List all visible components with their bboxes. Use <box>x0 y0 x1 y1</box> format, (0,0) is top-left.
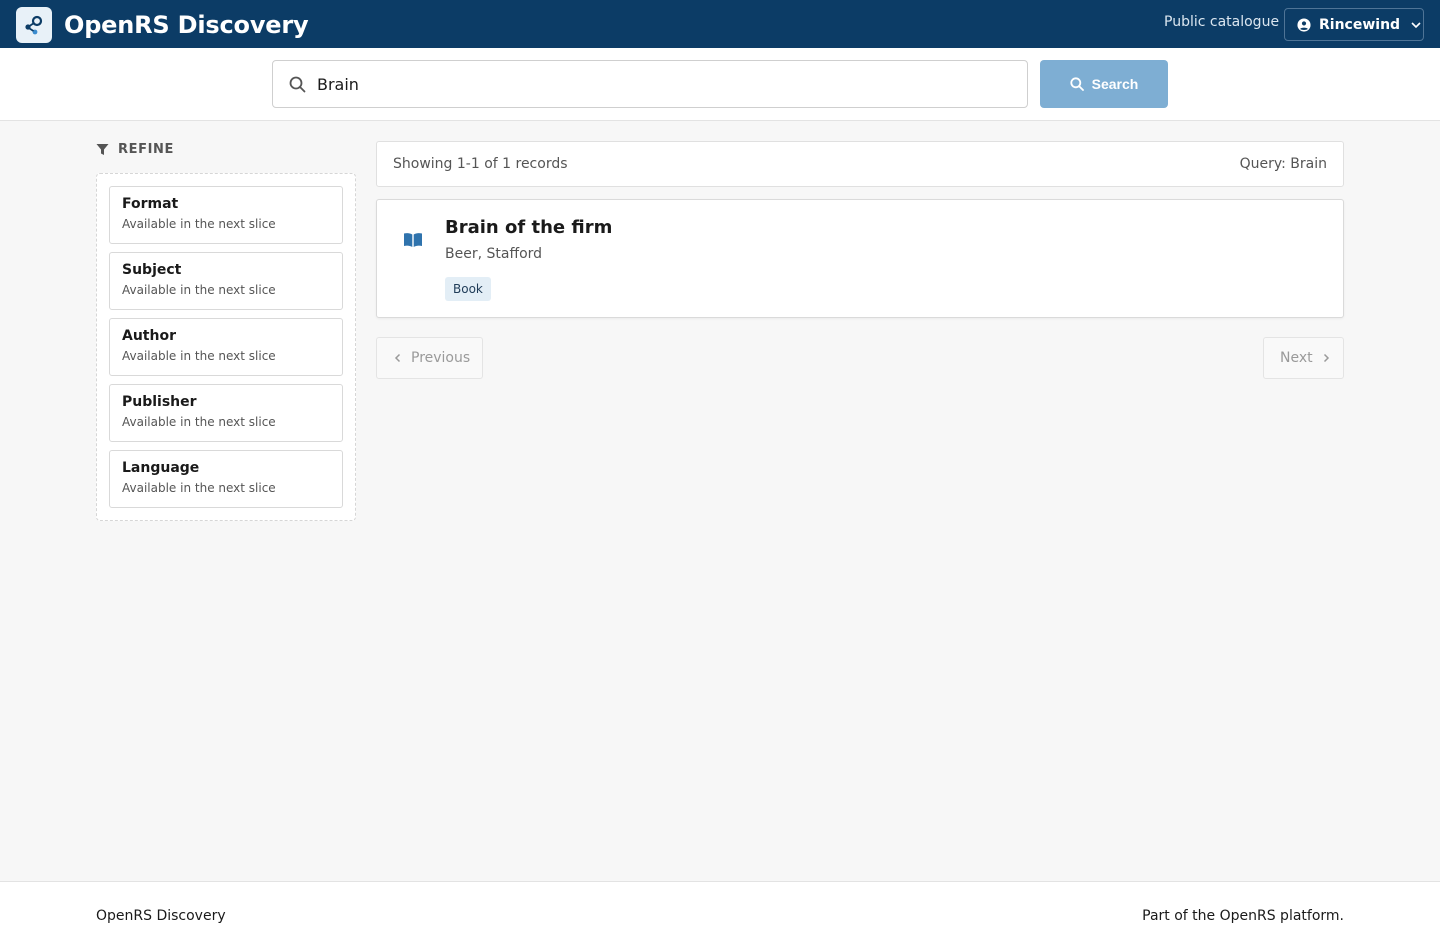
result-card[interactable]: Brain of the firm Beer, Stafford Book <box>376 199 1344 318</box>
search-field[interactable] <box>272 60 1028 108</box>
chevron-down-icon <box>1411 21 1421 28</box>
facet-panel: Format Available in the next slice Subje… <box>96 173 356 521</box>
facet-subtitle: Available in the next slice <box>122 415 276 429</box>
search-button[interactable]: Search <box>1040 60 1168 108</box>
facet-subject[interactable]: Subject Available in the next slice <box>109 252 343 310</box>
user-name: Rincewind <box>1319 16 1401 33</box>
facet-publisher[interactable]: Publisher Available in the next slice <box>109 384 343 442</box>
refine-heading: REFINE <box>96 142 174 157</box>
user-circle-icon <box>1297 17 1311 32</box>
results-count: Showing 1-1 of 1 records <box>393 156 568 172</box>
chevron-left-icon <box>394 353 401 363</box>
search-icon <box>289 76 306 93</box>
facet-title: Subject <box>122 262 182 278</box>
facet-subtitle: Available in the next slice <box>122 349 276 363</box>
search-button-label: Search <box>1091 76 1139 92</box>
next-label: Next <box>1280 350 1313 366</box>
search-icon <box>1070 77 1084 91</box>
result-author: Beer, Stafford <box>445 246 543 262</box>
book-open-icon <box>404 233 422 247</box>
next-button[interactable]: Next <box>1263 337 1344 379</box>
format-badge: Book <box>445 277 491 301</box>
chevron-right-icon <box>1323 353 1329 363</box>
facet-subtitle: Available in the next slice <box>122 481 276 495</box>
facet-language[interactable]: Language Available in the next slice <box>109 450 343 508</box>
facet-author[interactable]: Author Available in the next slice <box>109 318 343 376</box>
search-input[interactable] <box>317 61 1017 107</box>
facet-title: Format <box>122 196 179 212</box>
query-label: Query: Brain <box>1239 156 1327 172</box>
results-summary-bar: Showing 1-1 of 1 records Query: Brain <box>376 141 1344 187</box>
refine-heading-label: REFINE <box>118 142 174 157</box>
previous-button[interactable]: Previous <box>376 337 483 379</box>
app-name: OpenRS Discovery <box>64 11 309 39</box>
user-menu-button[interactable]: Rincewind <box>1284 8 1424 41</box>
share-node-icon <box>16 7 52 43</box>
facet-title: Language <box>122 460 200 476</box>
facet-title: Author <box>122 328 176 344</box>
search-band: Search <box>0 48 1440 121</box>
facet-subtitle: Available in the next slice <box>122 283 276 297</box>
top-bar: OpenRS Discovery Public catalogue Rincew… <box>0 0 1440 48</box>
result-title[interactable]: Brain of the firm <box>445 217 612 238</box>
facet-format[interactable]: Format Available in the next slice <box>109 186 343 244</box>
public-catalogue-link[interactable]: Public catalogue <box>1164 14 1279 30</box>
footer: OpenRS Discovery Part of the OpenRS plat… <box>0 881 1440 950</box>
footer-platform-text: Part of the OpenRS platform. <box>1142 908 1344 924</box>
previous-label: Previous <box>411 350 471 366</box>
brand-home-link[interactable]: OpenRS Discovery <box>16 7 309 43</box>
filter-icon <box>96 144 109 155</box>
facet-title: Publisher <box>122 394 197 410</box>
footer-app-name: OpenRS Discovery <box>96 908 226 924</box>
facet-subtitle: Available in the next slice <box>122 217 276 231</box>
